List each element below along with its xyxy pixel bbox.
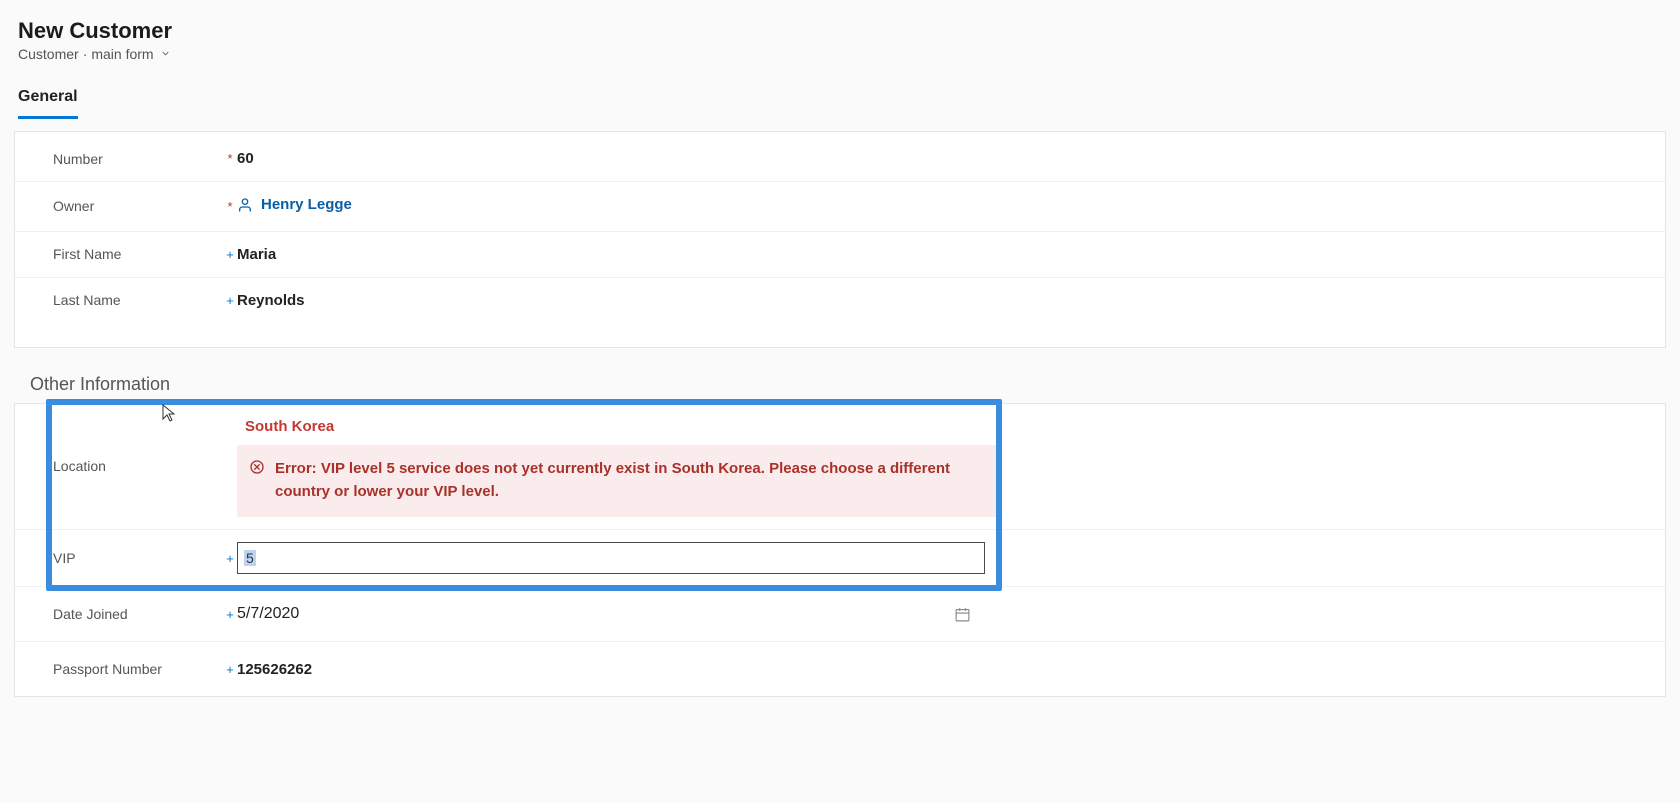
form-selector[interactable]: main form xyxy=(91,46,170,62)
owner-name: Henry Legge xyxy=(261,196,352,213)
required-marker: * xyxy=(223,200,237,213)
owner-label: Owner xyxy=(53,198,223,214)
general-section: Number * 60 Owner * Henry Legge First Na… xyxy=(14,131,1666,348)
error-icon xyxy=(249,459,265,482)
date-joined-value: 5/7/2020 xyxy=(237,605,299,623)
recommended-marker: + xyxy=(223,294,237,307)
other-information-title: Other Information xyxy=(30,374,1666,395)
other-information-section: Location South Korea Error: VIP level 5 … xyxy=(14,403,1666,698)
vip-input-value: 5 xyxy=(244,550,256,566)
required-marker: * xyxy=(223,152,237,165)
number-label: Number xyxy=(53,151,223,167)
breadcrumb-entity: Customer xyxy=(18,46,79,62)
passport-field[interactable]: 125626262 xyxy=(237,661,997,678)
breadcrumb: Customer · main form xyxy=(18,46,1666,62)
tab-bar: General xyxy=(18,82,1666,119)
location-field[interactable]: South Korea xyxy=(245,418,997,435)
location-error-panel: Error: VIP level 5 service does not yet … xyxy=(237,445,997,518)
first-name-field[interactable]: Maria xyxy=(237,246,1647,263)
recommended-marker: + xyxy=(223,608,237,621)
owner-lookup[interactable]: Henry Legge xyxy=(237,196,352,213)
vip-input[interactable]: 5 xyxy=(237,542,985,574)
recommended-marker: + xyxy=(223,663,237,676)
calendar-icon[interactable] xyxy=(954,606,971,623)
passport-label: Passport Number xyxy=(53,661,223,677)
last-name-field[interactable]: Reynolds xyxy=(237,292,1647,309)
recommended-marker: + xyxy=(223,248,237,261)
date-joined-field[interactable]: 5/7/2020 xyxy=(237,605,971,623)
breadcrumb-separator: · xyxy=(83,46,88,62)
location-label: Location xyxy=(53,458,223,474)
first-name-label: First Name xyxy=(53,246,223,262)
form-selector-label: main form xyxy=(91,46,153,62)
last-name-label: Last Name xyxy=(53,292,223,308)
page-title: New Customer xyxy=(18,18,1666,44)
chevron-down-icon xyxy=(160,46,171,62)
number-field[interactable]: 60 xyxy=(237,150,1647,167)
vip-label: VIP xyxy=(53,550,223,566)
recommended-marker: + xyxy=(223,552,237,565)
date-joined-label: Date Joined xyxy=(53,606,223,622)
location-field-area: South Korea Error: VIP level 5 service d… xyxy=(237,416,997,518)
location-error-text: Error: VIP level 5 service does not yet … xyxy=(275,457,981,504)
tab-general[interactable]: General xyxy=(18,82,78,119)
person-icon xyxy=(237,197,253,213)
